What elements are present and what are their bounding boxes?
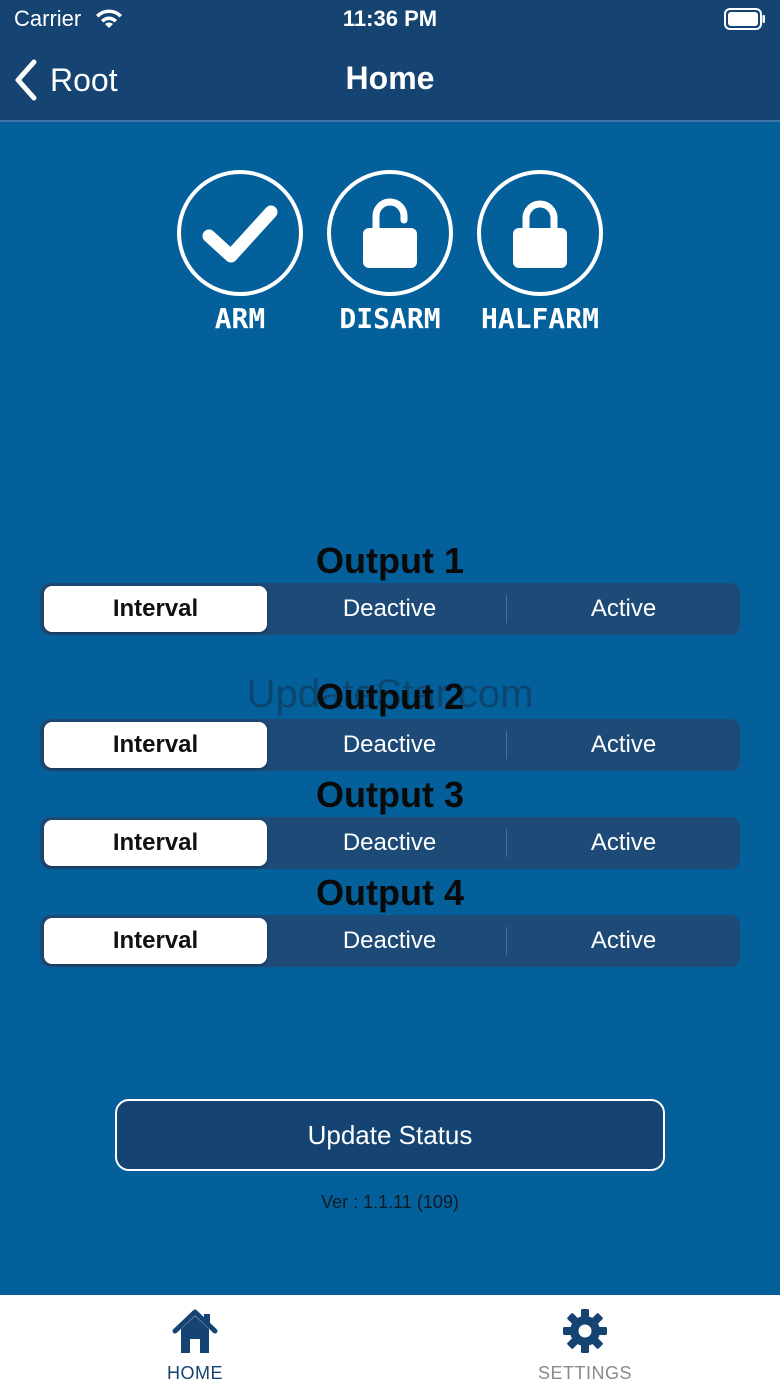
arm-label: ARM	[214, 302, 266, 335]
output-1-deactive-option[interactable]: Deactive	[278, 586, 501, 632]
page-title: Home	[345, 60, 435, 96]
halfarm-button[interactable]: HALFARM	[473, 170, 607, 335]
output-1-segmented-control: Interval Deactive Active	[40, 583, 740, 635]
gear-icon	[563, 1309, 607, 1353]
battery-icon	[724, 8, 765, 30]
disarm-label: DISARM	[339, 302, 441, 335]
disarm-circle	[327, 170, 453, 296]
output-3-interval-option[interactable]: Interval	[44, 820, 267, 866]
locked-icon	[513, 200, 567, 268]
segment-divider	[506, 731, 507, 759]
arm-button[interactable]: ARM	[173, 170, 307, 335]
output-2-interval-option[interactable]: Interval	[44, 722, 267, 768]
output-2-segmented-control: Interval Deactive Active	[40, 719, 740, 771]
arm-circle	[177, 170, 303, 296]
segment-divider	[506, 829, 507, 857]
output-4-interval-option[interactable]: Interval	[44, 918, 267, 964]
halfarm-label: HALFARM	[480, 302, 599, 335]
output-1-active-option[interactable]: Active	[512, 586, 735, 632]
output-4-segmented-control: Interval Deactive Active	[40, 915, 740, 967]
output-2-active-option[interactable]: Active	[512, 722, 735, 768]
disarm-button[interactable]: DISARM	[323, 170, 457, 335]
top-bar: Carrier 11:36 PM Root Home	[0, 0, 780, 122]
tab-home-label: HOME	[167, 1363, 223, 1383]
output-1-title: Output 1	[316, 540, 464, 581]
version-label: Ver : 1.1.11 (109)	[321, 1192, 459, 1212]
output-4-active-option[interactable]: Active	[512, 918, 735, 964]
halfarm-circle	[477, 170, 603, 296]
segment-divider	[506, 927, 507, 955]
tab-bar: HOME SETTINGS	[0, 1295, 780, 1387]
check-icon	[202, 205, 278, 263]
status-time: 11:36 PM	[342, 6, 438, 31]
tab-settings[interactable]: SETTINGS	[485, 1307, 685, 1384]
tab-settings-label: SETTINGS	[537, 1363, 632, 1383]
output-4-title: Output 4	[316, 872, 464, 913]
home-icon	[172, 1309, 218, 1353]
output-1-interval-option[interactable]: Interval	[44, 586, 267, 632]
output-2-deactive-option[interactable]: Deactive	[278, 722, 501, 768]
output-3-active-option[interactable]: Active	[512, 820, 735, 866]
segment-divider	[506, 595, 507, 623]
output-3-segmented-control: Interval Deactive Active	[40, 817, 740, 869]
tab-home[interactable]: HOME	[95, 1307, 295, 1384]
update-status-button[interactable]: Update Status	[115, 1099, 665, 1171]
output-3-title: Output 3	[316, 774, 464, 815]
output-3-deactive-option[interactable]: Deactive	[278, 820, 501, 866]
output-4-deactive-option[interactable]: Deactive	[278, 918, 501, 964]
output-2-title: Output 2	[316, 676, 464, 717]
unlocked-icon	[363, 198, 417, 268]
